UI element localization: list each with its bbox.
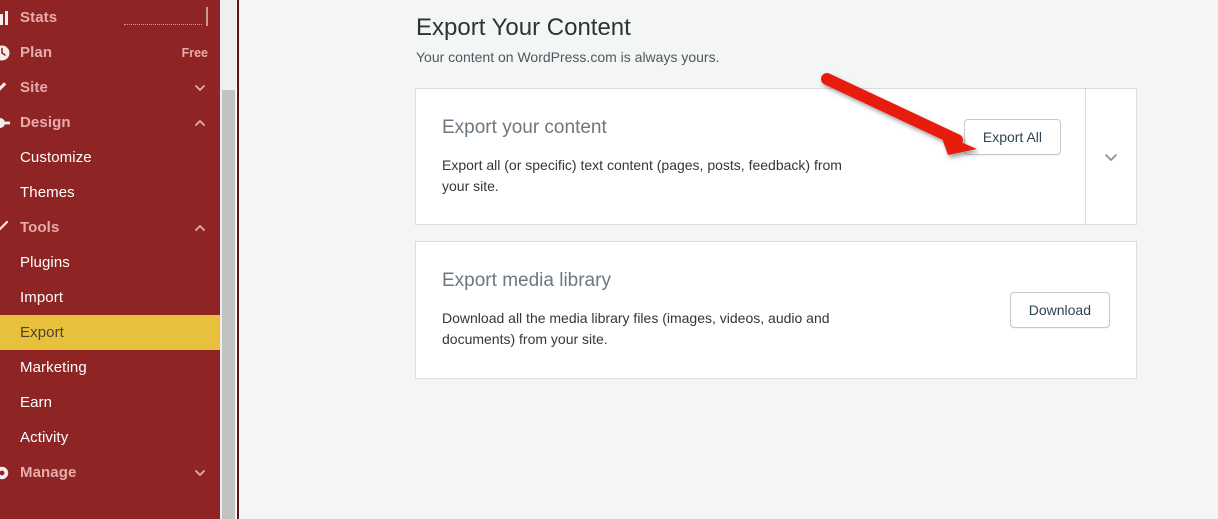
expand-export-options-toggle[interactable] [1085, 89, 1136, 224]
sidebar-item-earn[interactable]: Earn [0, 385, 220, 420]
chevron-up-icon [195, 119, 205, 126]
sidebar-item-export[interactable]: Export [0, 315, 220, 350]
sidebar-item-plan[interactable]: Plan Free [0, 35, 220, 70]
card-title: Export media library [442, 270, 611, 291]
sidebar-item-label: Manage [20, 464, 77, 481]
card-body: Export media library Download all the me… [416, 242, 1010, 378]
design-chevron-wrap[interactable] [192, 115, 208, 131]
stats-sparkline [124, 6, 208, 28]
pencil-icon [0, 79, 11, 97]
chevron-down-icon [1105, 153, 1117, 161]
bar-chart-icon [0, 9, 11, 27]
sidebar-item-label: Export [20, 324, 64, 341]
sidebar-item-plugins[interactable]: Plugins [0, 245, 220, 280]
card-description: Download all the media library files (im… [442, 310, 830, 347]
card-action-area: Export All [963, 89, 1085, 224]
sidebar-scrollbar-track[interactable] [220, 0, 236, 519]
sidebar-item-themes[interactable]: Themes [0, 175, 220, 210]
wrench-icon [0, 219, 11, 237]
sidebar-item-label: Site [20, 79, 48, 96]
site-chevron-wrap[interactable] [192, 80, 208, 96]
sidebar-item-label: Marketing [20, 359, 87, 376]
card-description: Export all (or specific) text content (p… [442, 157, 842, 194]
sidebar-item-import[interactable]: Import [0, 280, 220, 315]
sidebar-item-label: Import [20, 289, 64, 306]
sidebar-item-tools[interactable]: Tools [0, 210, 220, 245]
chevron-down-icon [195, 84, 205, 91]
app-root: Stats Plan Free Site Design Customize Th… [0, 0, 1218, 519]
manage-chevron-wrap[interactable] [192, 465, 208, 481]
sidebar-item-label: Tools [20, 219, 60, 236]
sidebar-item-design[interactable]: Design [0, 105, 220, 140]
sidebar-item-label: Activity [20, 429, 69, 446]
status-badge: Free [181, 45, 208, 60]
export-content-card: Export your content Export all (or speci… [415, 88, 1137, 225]
sidebar-item-label: Stats [20, 9, 58, 26]
sidebar: Stats Plan Free Site Design Customize Th… [0, 0, 220, 519]
sidebar-item-label: Customize [20, 149, 92, 166]
export-media-card: Export media library Download all the me… [415, 241, 1137, 379]
sidebar-item-label: Plugins [20, 254, 70, 271]
brush-icon [0, 114, 11, 132]
gear-icon [0, 464, 11, 482]
sidebar-item-label: Plan [20, 44, 53, 61]
chevron-down-icon [195, 469, 205, 476]
sidebar-item-marketing[interactable]: Marketing [0, 350, 220, 385]
sidebar-item-label: Themes [20, 184, 75, 201]
card-body: Export your content Export all (or speci… [416, 89, 964, 224]
tools-chevron-wrap[interactable] [192, 220, 208, 236]
sidebar-item-customize[interactable]: Customize [0, 140, 220, 175]
card-title: Export your content [442, 117, 607, 138]
page-subtitle: Your content on WordPress.com is always … [416, 49, 720, 65]
sidebar-item-label: Earn [20, 394, 53, 411]
sidebar-item-manage[interactable]: Manage [0, 455, 220, 490]
sidebar-scrollbar-thumb[interactable] [222, 90, 235, 519]
card-action-area: Download [1009, 242, 1136, 378]
sidebar-item-activity[interactable]: Activity [0, 420, 220, 455]
plan-badge-wrap: Free [182, 46, 208, 60]
export-all-button[interactable]: Export All [963, 119, 1061, 155]
page-title: Export Your Content [416, 14, 631, 41]
chevron-up-icon [195, 224, 205, 231]
sidebar-item-site[interactable]: Site [0, 70, 220, 105]
main-content: Export Your Content Your content on Word… [239, 0, 1218, 519]
sidebar-item-stats[interactable]: Stats [0, 0, 220, 35]
clock-icon [0, 44, 11, 62]
sidebar-item-label: Design [20, 114, 71, 131]
download-media-button[interactable]: Download [1009, 292, 1110, 328]
